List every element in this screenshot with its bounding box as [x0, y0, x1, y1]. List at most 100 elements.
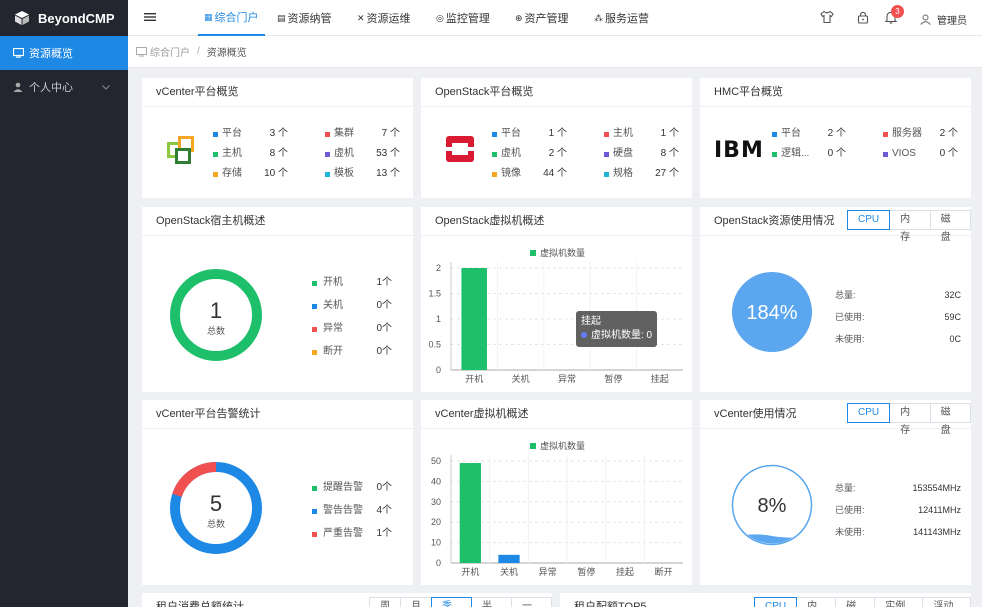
card-title: 租户消费总额统计	[156, 601, 244, 607]
y-tick-label: 30	[431, 497, 441, 507]
monitor-icon	[136, 46, 147, 56]
card-title: 租户配额TOP5	[574, 601, 647, 607]
tab-monitoring[interactable]: ◎ 监控管理	[436, 0, 490, 36]
tab-asset-management[interactable]: ⊕ 资产管理	[515, 0, 569, 36]
usage-tabs: CPU 内存 磁盘	[847, 210, 971, 243]
openstack-logo-icon	[446, 136, 474, 162]
stat-value: 2 个	[827, 128, 846, 139]
tab-week[interactable]: 周	[369, 597, 401, 607]
stat-value: 0 个	[939, 148, 958, 159]
x-tick-label: 挂起	[651, 373, 669, 384]
legend-value: 0个	[376, 300, 392, 311]
sidebar: BeyondCMP 资源概览 个人中心	[0, 0, 128, 607]
tooltip-text: 虚拟机数量: 0	[591, 330, 653, 341]
user-menu[interactable]: 管理员	[920, 12, 967, 27]
legend-value: 1个	[376, 528, 392, 539]
card-title: OpenStack平台概览	[435, 86, 534, 98]
tab-resource-management[interactable]: ▤ 资源纳管	[277, 0, 332, 36]
stat-swatch	[492, 131, 497, 137]
stat-value: 2 个	[939, 128, 958, 139]
user-icon	[12, 81, 24, 93]
card-title: vCenter平台告警统计	[156, 408, 261, 420]
usage-value: 12411MHz	[918, 505, 961, 515]
stat-value: 13 个	[376, 168, 400, 179]
host-donut-chart: 1 总数	[170, 269, 262, 361]
y-tick-label: 50	[431, 456, 441, 466]
stat-swatch	[325, 171, 330, 177]
tab-quarter[interactable]: 季度	[431, 597, 472, 607]
tab-cpu[interactable]: CPU	[847, 403, 891, 423]
x-tick-label: 异常	[539, 566, 557, 577]
lock-icon[interactable]	[856, 10, 870, 24]
vcenter-vm-bar-chart: 0 10 20 30 40 50 开机 关机 异常 暂停 挂起 断开	[431, 455, 683, 577]
app-name: BeyondCMP	[38, 10, 115, 26]
x-tick-label: 断开	[655, 566, 673, 577]
y-tick-label: 1.5	[428, 289, 441, 299]
tab-month[interactable]: 月	[400, 597, 432, 607]
tab-cpu[interactable]: CPU	[847, 210, 891, 230]
stat-swatch	[604, 171, 609, 177]
hmc-overview-card: HMC平台概览 IBM 平台 2 个逻辑... 0 个服务器 2 个 VIOS 0 个	[700, 78, 971, 198]
sidebar-item-label: 个人中心	[29, 82, 73, 94]
tooltip-dot	[581, 332, 587, 338]
tab-floating-ip[interactable]: 浮动IP	[922, 597, 971, 607]
tab-year[interactable]: 一年	[511, 597, 552, 607]
asset-icon: ⊕	[515, 12, 523, 23]
tab-disk[interactable]: 磁盘	[929, 403, 971, 436]
monitor-icon	[12, 47, 24, 59]
card-title: vCenter使用情况	[714, 408, 797, 420]
stat-swatch	[604, 151, 609, 157]
sidebar-item-label: 资源概览	[29, 48, 73, 60]
tab-disk[interactable]: 磁盘	[835, 597, 876, 607]
chevron-down-icon	[102, 82, 110, 92]
tooltip-title: 挂起	[581, 316, 601, 327]
tab-half-year[interactable]: 半年	[471, 597, 512, 607]
usage-label: 总量:	[835, 290, 856, 300]
menu-toggle-icon[interactable]	[144, 11, 156, 23]
legend-item: 关机	[312, 299, 343, 313]
y-tick-label: 40	[431, 476, 441, 486]
stat-swatch	[213, 151, 218, 157]
legend-value: 0个	[376, 346, 392, 357]
tab-portal[interactable]: ▦ 综合门户	[198, 0, 265, 36]
sidebar-item-resource-overview[interactable]: 资源概览	[0, 36, 128, 70]
usage-label: 未使用:	[835, 527, 865, 537]
bar	[461, 268, 487, 370]
usage-value: 141143MHz	[913, 527, 961, 537]
app-logo[interactable]: BeyondCMP	[0, 0, 128, 36]
tab-instances[interactable]: 实例数	[874, 597, 924, 607]
user-icon	[920, 14, 931, 25]
grid-icon: ▦	[204, 11, 213, 22]
sidebar-item-personal-center[interactable]: 个人中心	[0, 70, 128, 104]
period-tabs: 周 月 季度 半年 一年	[369, 597, 552, 607]
x-tick-label: 开机	[461, 566, 479, 577]
stat-value: 0 个	[827, 148, 846, 159]
tab-service-operations[interactable]: ⁂ 服务运营	[594, 0, 649, 36]
legend-item: 开机	[312, 276, 343, 290]
usage-label: 总量:	[835, 483, 856, 493]
x-tick-label: 关机	[500, 566, 518, 577]
stat-swatch	[492, 171, 497, 177]
stat-swatch	[883, 151, 888, 157]
x-tick-label: 异常	[558, 373, 576, 384]
legend-swatch	[312, 349, 317, 355]
card-title: HMC平台概览	[714, 86, 784, 98]
tab-resource-ops[interactable]: ✕ 资源运维	[357, 0, 411, 36]
legend-value: 4个	[376, 505, 392, 516]
tab-cpu[interactable]: CPU	[754, 597, 798, 607]
legend-item: 异常	[312, 322, 343, 336]
x-tick-label: 暂停	[577, 566, 595, 577]
tab-memory[interactable]: 内存	[889, 403, 931, 436]
openstack-usage-card: OpenStack资源使用情况 CPU 内存 磁盘 184% 总量: 32C 已使用…	[700, 207, 971, 392]
legend-swatch	[312, 508, 317, 514]
shirt-icon[interactable]	[820, 10, 834, 24]
legend-item: 断开	[312, 345, 343, 359]
tab-memory[interactable]: 内存	[796, 597, 837, 607]
tab-memory[interactable]: 内存	[889, 210, 931, 243]
x-tick-label: 关机	[512, 373, 530, 384]
usage-value: 59C	[944, 312, 961, 322]
tab-disk[interactable]: 磁盘	[929, 210, 971, 243]
breadcrumb-home[interactable]: 综合门户	[150, 44, 190, 59]
legend-value: 0个	[376, 482, 392, 493]
stat-swatch	[772, 151, 777, 157]
